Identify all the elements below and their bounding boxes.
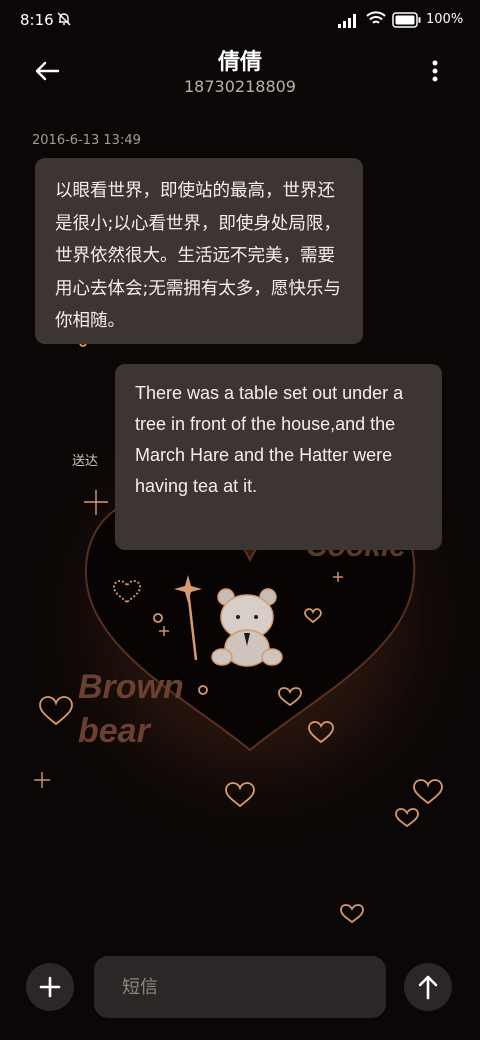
plus-icon (39, 976, 61, 998)
message-input[interactable] (94, 956, 386, 1018)
bell-muted-icon (56, 11, 72, 31)
battery-icon (392, 12, 422, 32)
status-bar: 8:16 100% (0, 0, 480, 42)
message-timestamp: 2016-6-13 13:49 (32, 133, 141, 148)
incoming-message-bubble[interactable]: 以眼看世界，即使站的最高，世界还是很小;以心看世界，即使身处局限，世界依然很大。… (35, 158, 363, 344)
battery-percentage: 100% (426, 12, 464, 27)
wallpaper-text-bear: bear (78, 712, 152, 750)
outgoing-message-bubble[interactable]: There was a table set out under a tree i… (115, 364, 442, 550)
contact-name: 倩倩 (217, 50, 262, 75)
send-button[interactable] (404, 963, 452, 1011)
signal-icon (338, 13, 360, 32)
delivery-status: 送达 (72, 454, 99, 469)
conversation-header: 倩倩 18730218809 (0, 42, 480, 112)
wifi-icon (366, 11, 386, 31)
more-vertical-icon (432, 60, 438, 82)
status-time: 8:16 (20, 11, 54, 29)
more-options-button[interactable] (420, 54, 450, 88)
add-attachment-button[interactable] (26, 963, 74, 1011)
contact-number: 18730218809 (184, 77, 296, 96)
wallpaper-text-brown: Brown (78, 668, 184, 706)
send-arrow-icon (418, 975, 438, 1000)
